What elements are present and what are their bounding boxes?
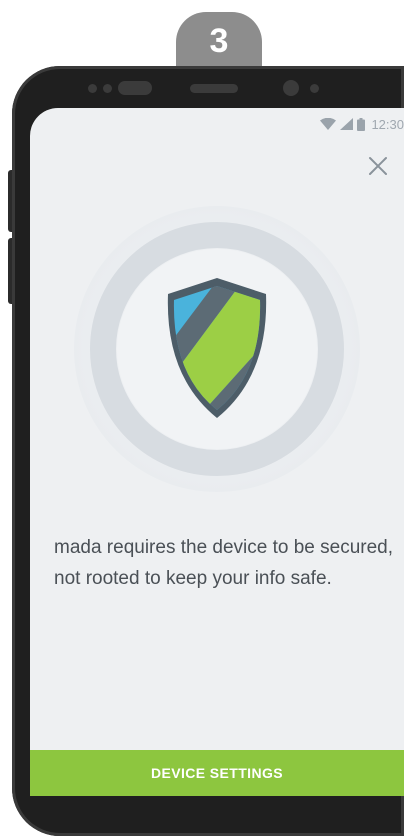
status-bar: 12:30 — [320, 114, 404, 134]
status-time: 12:30 — [371, 116, 404, 132]
step-badge: 3 — [176, 12, 262, 72]
battery-icon — [357, 117, 366, 131]
phone-screen: 12:30 mada requires the device to be sec… — [30, 108, 404, 796]
app-stage: 3 12:30 mada requires the device to be s… — [0, 0, 404, 836]
sensor-dot-icon — [88, 84, 97, 93]
wifi-icon — [320, 118, 337, 130]
step-number: 3 — [209, 22, 229, 60]
close-button[interactable] — [366, 154, 390, 178]
front-camera-icon — [283, 80, 299, 96]
signal-icon — [340, 118, 354, 130]
sensor-dot-icon — [310, 84, 319, 93]
security-message: mada requires the device to be secured, … — [54, 537, 394, 589]
sensor-dot-icon — [103, 84, 112, 93]
close-icon — [369, 157, 387, 175]
speaker-grille-icon — [190, 84, 238, 93]
security-illustration — [72, 204, 362, 494]
device-settings-button[interactable]: DEVICE SETTINGS — [30, 750, 404, 796]
sensor-bar-icon — [118, 81, 152, 95]
